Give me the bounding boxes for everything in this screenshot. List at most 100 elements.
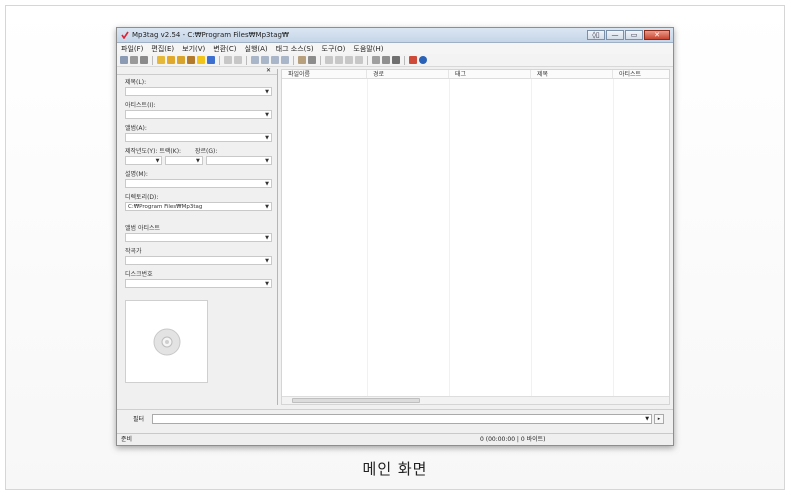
year-track-genre-labels: 제작년도(Y): 트랙(K): 장르(G): [125,147,272,156]
case-icon[interactable] [308,56,316,64]
chevron-down-icon[interactable]: ▼ [265,280,269,288]
discnumber-combo[interactable]: ▼ [125,279,272,288]
discnumber-field: 디스크번호 ▼ [125,270,272,288]
genre-combo[interactable]: ▼ [205,156,272,165]
minimize-button[interactable]: — [606,30,624,40]
chevron-down-icon[interactable]: ▼ [265,157,269,165]
close-panel-icon[interactable]: ✕ [266,67,271,74]
print-icon[interactable] [372,56,380,64]
file-list-header: 파일이름 경로 태그 제목 아티스트 [282,70,669,79]
text-tag-icon[interactable] [281,56,289,64]
chevron-down-icon[interactable]: ▼ [645,416,649,422]
tag-filename-icon[interactable] [251,56,259,64]
album-artist-label: 앨범 아티스트 [125,225,161,232]
directory-combo[interactable]: C:₩Program Files₩Mp3tag ▼ [125,202,272,211]
album-artist-combo[interactable]: ▼ [125,233,272,242]
directory-field: 디렉토리(D): C:₩Program Files₩Mp3tag ▼ [125,193,272,211]
chevron-down-icon[interactable]: ▼ [265,180,269,188]
status-text: 준비 [121,436,133,443]
add-directory-icon[interactable] [167,56,175,64]
year-combo[interactable]: ▼ [125,156,163,165]
toolbar-separator [246,55,247,65]
menu-file[interactable]: 파일(F) [121,44,143,54]
help-title-button[interactable]: ◊▯ [587,30,605,40]
options-icon[interactable] [409,56,417,64]
chevron-down-icon[interactable]: ▼ [265,203,269,211]
paste-icon[interactable] [234,56,242,64]
tag-source-icon[interactable] [345,56,353,64]
discnumber-label: 디스크번호 [125,271,153,278]
chevron-down-icon[interactable]: ▼ [265,257,269,265]
undo-icon[interactable] [140,56,148,64]
toolbar-separator [320,55,321,65]
title-bar[interactable]: Mp3tag v2.54 - C:₩Program Files₩Mp3tag₩ … [117,28,673,43]
menu-actions[interactable]: 실행(A) [245,44,268,54]
export-icon[interactable] [325,56,333,64]
actions-icon[interactable] [392,56,400,64]
remove-icon[interactable] [130,56,138,64]
composer-label: 작곡가 [125,248,142,255]
menu-tag-sources[interactable]: 태그 소스(S) [276,44,314,54]
folder-icon[interactable] [177,56,185,64]
mp3tag-window: Mp3tag v2.54 - C:₩Program Files₩Mp3tag₩ … [116,27,674,446]
menu-convert[interactable]: 변환(C) [213,44,236,54]
track-combo[interactable]: ▼ [165,156,203,165]
filename-filename-icon[interactable] [271,56,279,64]
maximize-button[interactable]: ▭ [625,30,643,40]
directory-label: 디렉토리(D): [125,194,159,201]
file-list[interactable]: 파일이름 경로 태그 제목 아티스트 [281,69,670,405]
title-field: 제목(L): ▼ [125,78,272,96]
year-label: 제작년도(Y): [125,148,158,155]
column-divider [367,79,368,396]
chevron-down-icon[interactable]: ▼ [265,111,269,119]
save-icon[interactable] [120,56,128,64]
toolbar [117,54,673,67]
web-icon[interactable] [382,56,390,64]
edit-icon[interactable] [335,56,343,64]
column-path[interactable]: 경로 [367,70,449,78]
refresh-icon[interactable] [207,56,215,64]
close-button[interactable]: ✕ [644,30,670,40]
album-artist-field: 앨범 아티스트 ▼ [125,224,272,242]
status-selection-info: 0 (00:00:00 | 0 바이트) [480,436,546,443]
copy-icon[interactable] [224,56,232,64]
chevron-down-icon[interactable]: ▼ [265,134,269,142]
comment-combo[interactable]: ▼ [125,179,272,188]
scrollbar-thumb[interactable] [292,398,420,403]
freedb-icon[interactable] [355,56,363,64]
app-icon [121,31,129,39]
filter-apply-button[interactable]: ▸ [654,413,665,424]
chevron-down-icon[interactable]: ▼ [156,157,160,165]
tag-panel: ✕ 제목(L): ▼ 아티스트(I): ▼ 앨범(A): ▼ 제작년도(Y): … [117,67,278,405]
chevron-down-icon[interactable]: ▼ [265,234,269,242]
panel-grip[interactable]: ✕ [117,67,277,75]
chevron-down-icon[interactable]: ▼ [196,157,200,165]
help-icon[interactable] [419,56,427,64]
cover-art[interactable] [125,300,208,383]
album-combo[interactable]: ▼ [125,133,272,142]
toolbar-separator [293,55,294,65]
title-combo[interactable]: ▼ [125,87,272,96]
composer-combo[interactable]: ▼ [125,256,272,265]
column-filename[interactable]: 파일이름 [282,70,367,78]
chevron-down-icon[interactable]: ▼ [265,88,269,96]
toolbar-separator [404,55,405,65]
menu-view[interactable]: 보기(V) [182,44,205,54]
menu-tools[interactable]: 도구(O) [322,44,346,54]
artist-combo[interactable]: ▼ [125,110,272,119]
playlist-icon[interactable] [187,56,195,64]
menu-edit[interactable]: 편집(E) [151,44,174,54]
column-divider [531,79,532,396]
format-icon[interactable] [298,56,306,64]
favorite-icon[interactable] [197,56,205,64]
filter-input[interactable]: ▼ [152,413,653,424]
filename-tag-icon[interactable] [261,56,269,64]
horizontal-scrollbar[interactable] [282,396,669,404]
change-directory-icon[interactable] [157,56,165,64]
year-track-genre-field: 제작년도(Y): 트랙(K): 장르(G): ▼ ▼ ▼ [125,147,272,165]
album-field: 앨범(A): ▼ [125,124,272,142]
column-title[interactable]: 제목 [531,70,613,78]
column-artist[interactable]: 아티스트 [613,70,669,78]
menu-help[interactable]: 도움말(H) [353,44,383,54]
column-tag[interactable]: 태그 [449,70,531,78]
